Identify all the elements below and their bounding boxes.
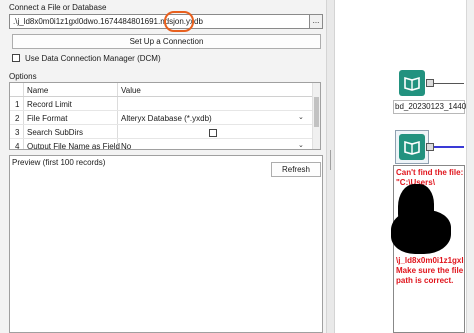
option-row-file-format[interactable]: 2 File Format Alteryx Database (*.yxdb) xyxy=(10,111,320,125)
error-text-top: Can't find the file: "C:\Users\ xyxy=(396,168,464,187)
option-row-record-limit[interactable]: 1 Record Limit xyxy=(10,97,320,111)
row-number: 2 xyxy=(15,114,20,123)
header-value: Value xyxy=(121,86,141,95)
output-anchor-icon[interactable] xyxy=(426,79,434,87)
row-name: Search SubDirs xyxy=(27,128,84,137)
error-text-bottom: \j_ld8x0m0i1z1gxl0dwo.1674484801691.ndsj… xyxy=(396,256,464,285)
connect-label: Connect a File or Database xyxy=(9,3,107,12)
canvas-scrollbar[interactable] xyxy=(466,0,474,333)
search-subdirs-checkbox[interactable] xyxy=(209,129,217,137)
refresh-button[interactable]: Refresh xyxy=(271,162,321,177)
dcm-checkbox[interactable] xyxy=(12,54,20,62)
output-filename-select[interactable]: No xyxy=(121,142,131,149)
grid-scroll-thumb[interactable] xyxy=(314,97,319,127)
setup-connection-button[interactable]: Set Up a Connection xyxy=(12,34,321,49)
output-anchor-icon[interactable] xyxy=(426,143,434,151)
header-name: Name xyxy=(27,86,49,95)
file-format-select[interactable]: Alteryx Database (*.yxdb) xyxy=(121,114,212,123)
book-icon xyxy=(404,140,420,155)
panel-splitter[interactable] xyxy=(326,0,335,333)
grid-header: Name Value xyxy=(10,83,320,97)
dcm-label: Use Data Connection Manager (DCM) xyxy=(25,54,161,63)
row-name: Output File Name as Field xyxy=(27,142,120,150)
tool-annotation-label: bd_20230123_144001.1.csv xyxy=(393,100,474,114)
preview-label: Preview (first 100 records) xyxy=(12,158,106,167)
option-row-output-filename[interactable]: 4 Output File Name as Field No xyxy=(10,139,320,150)
connection-line xyxy=(434,83,464,84)
preview-area: Preview (first 100 records) xyxy=(9,155,323,333)
input-tool-csv[interactable] xyxy=(399,70,425,96)
input-tool-yxdb[interactable] xyxy=(399,134,425,160)
options-grid: Name Value 1 Record Limit 2 File Format … xyxy=(9,82,321,150)
row-number: 4 xyxy=(15,142,20,150)
row-number: 3 xyxy=(15,128,20,137)
chevron-down-icon[interactable]: ⌄ xyxy=(298,113,304,121)
splitter-grip-icon xyxy=(330,150,331,170)
row-number: 1 xyxy=(15,100,20,109)
annotation-circle xyxy=(164,11,194,32)
options-title: Options xyxy=(9,72,37,81)
row-name: Record Limit xyxy=(27,100,72,109)
row-name: File Format xyxy=(27,114,68,123)
book-icon xyxy=(404,76,420,91)
grid-scrollbar[interactable] xyxy=(312,83,320,149)
browse-button[interactable]: ... xyxy=(309,15,322,28)
option-row-search-subdirs[interactable]: 3 Search SubDirs xyxy=(10,125,320,139)
chevron-down-icon[interactable]: ⌄ xyxy=(298,141,304,149)
redaction-mark xyxy=(391,210,451,254)
connection-line xyxy=(434,146,464,148)
